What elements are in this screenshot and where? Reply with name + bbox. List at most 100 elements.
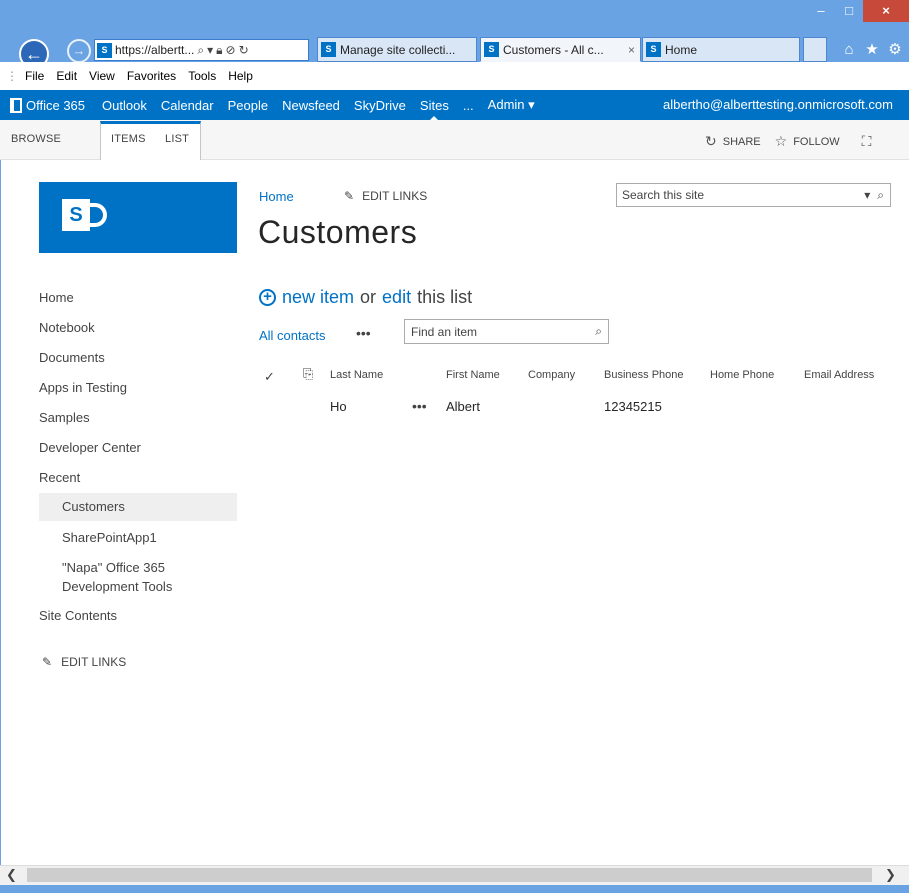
office-logo-icon [10, 97, 22, 113]
ribbon-tab-browse[interactable]: BROWSE [11, 133, 61, 145]
pencil-icon: ✎ [42, 655, 53, 669]
arrow-right-icon: → [72, 43, 86, 58]
new-item-line: + new item or edit this list [259, 287, 472, 308]
edit-links-top[interactable]: ✎ EDIT LINKS [344, 189, 427, 203]
menu-help[interactable]: Help [222, 69, 259, 83]
nav-item-developer-center[interactable]: Developer Center [39, 440, 141, 455]
nav-item-site-contents[interactable]: Site Contents [39, 608, 117, 623]
scroll-left-arrow-icon[interactable]: ❮ [6, 867, 17, 883]
sharepoint-favicon-icon: S [321, 42, 336, 57]
refresh-icon[interactable]: ↻ [239, 43, 249, 57]
suite-link-outlook[interactable]: Outlook [95, 98, 154, 113]
menu-grip-icon: ⋮ [6, 69, 18, 83]
office365-logo[interactable]: Office 365 [0, 97, 95, 113]
suite-link-newsfeed[interactable]: Newsfeed [275, 98, 347, 113]
nav-item-recent: Recent [39, 470, 81, 485]
search-scope-dropdown-icon[interactable]: ▾ [864, 188, 870, 203]
suite-link-sites[interactable]: Sites [413, 98, 456, 120]
suite-link-skydrive[interactable]: SkyDrive [347, 98, 413, 113]
add-circle-icon[interactable]: + [259, 289, 276, 306]
nav-item-napa-line1[interactable]: "Napa" Office 365 [62, 560, 165, 575]
nav-item-samples[interactable]: Samples [39, 410, 90, 425]
nav-item-documents[interactable]: Documents [39, 350, 105, 365]
column-header-company[interactable]: Company [528, 369, 575, 381]
view-selector-all-contacts[interactable]: All contacts [259, 328, 325, 343]
tab-customers[interactable]: S Customers - All c... × [480, 37, 641, 62]
column-header-email-address[interactable]: Email Address [804, 369, 874, 381]
maximize-button[interactable]: □ [836, 0, 862, 22]
nav-item-home[interactable]: Home [39, 290, 74, 305]
edit-links-nav[interactable]: ✎ EDIT LINKS [42, 655, 126, 669]
menu-edit[interactable]: Edit [50, 69, 83, 83]
suite-link-people[interactable]: People [221, 98, 275, 113]
tab-label: Customers - All c... [503, 42, 604, 57]
new-item-link[interactable]: new item [282, 287, 354, 308]
suite-link-calendar[interactable]: Calendar [154, 98, 221, 113]
sharepoint-favicon-icon: S [646, 42, 661, 57]
home-icon[interactable]: ⌂ [838, 39, 860, 61]
favorites-star-icon[interactable]: ★ [861, 39, 883, 61]
nav-item-napa-line2[interactable]: Development Tools [62, 579, 172, 594]
column-header-first-name[interactable]: First Name [446, 369, 500, 381]
column-header-business-phone[interactable]: Business Phone [604, 369, 684, 381]
menu-bar: ⋮ File Edit View Favorites Tools Help [0, 62, 909, 90]
search-site-placeholder: Search this site [622, 188, 705, 202]
menu-file[interactable]: File [19, 69, 50, 83]
vertical-scrollbar[interactable] [902, 160, 909, 865]
find-item-input[interactable]: Find an item ⌕ [404, 319, 609, 344]
share-icon[interactable]: ↻ [705, 133, 717, 150]
suite-link-more[interactable]: ... [456, 98, 481, 113]
nav-item-sharepointapp1[interactable]: SharePointApp1 [62, 530, 157, 545]
tab-label: Home [665, 42, 698, 57]
tab-home[interactable]: S Home [642, 37, 800, 62]
horizontal-scroll-thumb[interactable] [27, 868, 872, 882]
attachment-paperclip-icon: ⎘ [303, 366, 314, 381]
window-left-border [0, 90, 1, 885]
office365-suite-bar: Office 365 Outlook Calendar People Newsf… [0, 90, 909, 120]
cell-last-name[interactable]: Ho [330, 399, 347, 414]
tab-manage-site[interactable]: S Manage site collecti... [317, 37, 477, 62]
address-bar[interactable]: S https://albertt... ⌕ ▾ 🔒︎ ⊘ ↻ [94, 39, 309, 61]
search-icon[interactable]: ⌕ [197, 43, 204, 58]
share-button[interactable]: SHARE [723, 136, 761, 148]
pencil-icon: ✎ [344, 189, 355, 203]
settings-gear-icon[interactable]: ⚙ [884, 39, 906, 61]
column-header-home-phone[interactable]: Home Phone [710, 369, 774, 381]
follow-button[interactable]: FOLLOW [793, 136, 839, 148]
address-url: https://albertt... [115, 43, 195, 57]
row-ellipsis-menu[interactable]: ••• [412, 398, 427, 414]
close-tab-icon[interactable]: × [628, 43, 635, 57]
search-site-input[interactable]: Search this site ▾ ⌕ [616, 183, 891, 207]
follow-star-icon[interactable]: ☆ [775, 133, 788, 150]
minimize-button[interactable]: – [808, 0, 834, 22]
menu-favorites[interactable]: Favorites [121, 69, 182, 83]
stop-icon[interactable]: ⊘ [226, 43, 236, 57]
ribbon-tab-items[interactable]: ITEMS [111, 133, 146, 145]
column-header-last-name[interactable]: Last Name [330, 369, 383, 381]
breadcrumb-home-link[interactable]: Home [259, 189, 294, 204]
menu-tools[interactable]: Tools [182, 69, 222, 83]
nav-item-customers[interactable]: Customers [62, 499, 125, 514]
select-all-checkmark-icon[interactable]: ✓ [264, 369, 275, 385]
search-icon[interactable]: ⌕ [595, 324, 608, 339]
scroll-right-arrow-icon[interactable]: ❯ [885, 867, 896, 883]
new-tab-button[interactable] [803, 37, 827, 62]
close-window-button[interactable]: × [863, 0, 909, 22]
suite-link-admin[interactable]: Admin ▾ [481, 97, 542, 113]
edit-list-link[interactable]: edit [382, 287, 411, 308]
arrow-left-icon: ← [25, 44, 43, 64]
ribbon-actions: ↻ SHARE ☆ FOLLOW ⛶ [705, 133, 871, 150]
forward-button[interactable]: → [67, 39, 91, 63]
cell-first-name: Albert [446, 399, 480, 414]
ribbon-tab-list[interactable]: LIST [165, 133, 189, 145]
focus-content-icon[interactable]: ⛶ [862, 133, 872, 150]
window-bottom-border [0, 885, 909, 893]
tab-label: Manage site collecti... [340, 42, 456, 57]
suite-user-account[interactable]: albertho@alberttesting.onmicrosoft.com [663, 90, 893, 120]
dropdown-icon[interactable]: ▾ [207, 43, 213, 57]
search-icon[interactable]: ⌕ [877, 188, 884, 203]
nav-item-apps-in-testing[interactable]: Apps in Testing [39, 380, 127, 395]
menu-view[interactable]: View [83, 69, 121, 83]
view-options-ellipsis[interactable]: ••• [356, 325, 371, 341]
nav-item-notebook[interactable]: Notebook [39, 320, 95, 335]
